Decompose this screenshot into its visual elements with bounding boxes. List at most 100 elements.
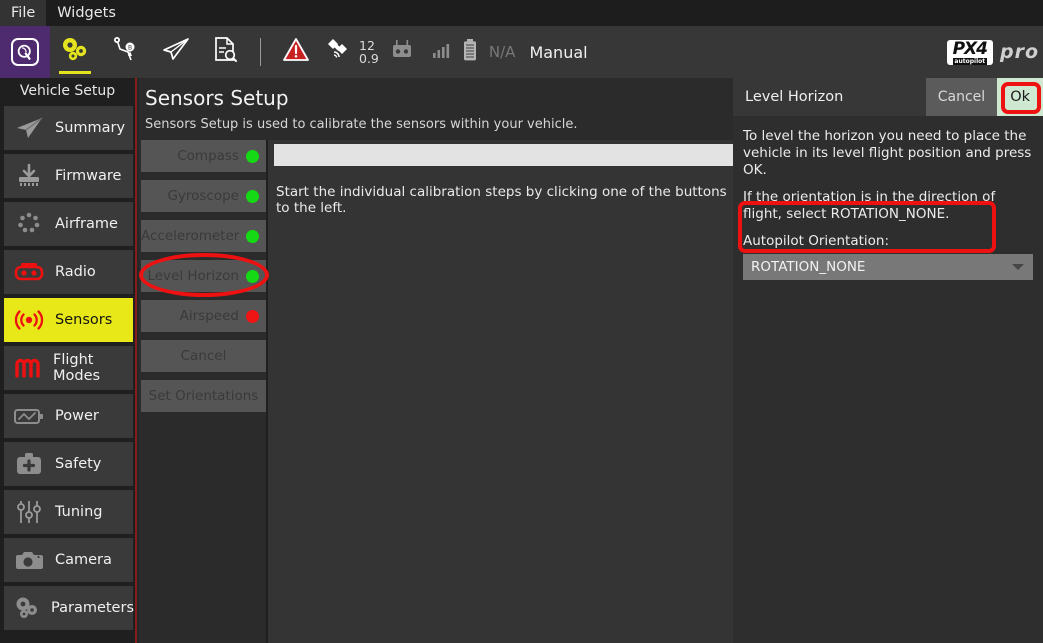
paper-plane-icon	[12, 113, 46, 143]
paper-plane-icon	[160, 37, 190, 67]
gps-hdop-value: 0.9	[359, 52, 379, 65]
toolbar-separator	[260, 38, 261, 66]
sidebar-item-firmware[interactable]: Firmware	[4, 154, 133, 198]
airspeed-status-dot	[246, 310, 259, 323]
sidebar-item-camera[interactable]: Camera	[4, 538, 133, 582]
sensors-setup-panel: Sensors Setup Sensors Setup is used to c…	[139, 78, 733, 643]
toolbar-button-plan[interactable]: B	[100, 26, 150, 78]
signal-indicator[interactable]	[425, 26, 457, 78]
route-waypoint-icon: B	[111, 36, 139, 68]
calibration-content-pane: Start the individual calibration steps b…	[266, 140, 733, 643]
level-horizon-dialog: Level Horizon Cancel Ok To level the hor…	[733, 78, 1043, 643]
menu-item-file[interactable]: File	[0, 0, 46, 26]
sensor-label: Cancel	[181, 348, 227, 364]
svg-text:B: B	[128, 45, 132, 52]
dialog-title: Level Horizon	[733, 89, 926, 105]
autopilot-orientation-combo[interactable]: ROTATION_NONE	[743, 254, 1033, 280]
menu-item-widgets[interactable]: Widgets	[46, 0, 127, 26]
sensor-label: Set Orientations	[149, 388, 259, 404]
flight-mode-label[interactable]: Manual	[529, 43, 587, 62]
compass-calibration-button[interactable]: Compass	[141, 140, 266, 172]
rc-controller-icon	[389, 39, 415, 65]
level-horizon-calibration-button[interactable]: Level Horizon	[141, 260, 266, 292]
px4-mark: PX4 autopilot	[947, 40, 993, 65]
warning-indicator[interactable]	[271, 26, 321, 78]
qgroundcontrol-window: File Widgets	[0, 0, 1043, 643]
sensor-button-column: Compass Gyroscope Accelerometer Level Ho…	[141, 140, 266, 420]
gyroscope-calibration-button[interactable]: Gyroscope	[141, 180, 266, 212]
sidebar-item-label: Camera	[55, 552, 112, 568]
sidebar-item-tuning[interactable]: Tuning	[4, 490, 133, 534]
gps-indicator[interactable]	[321, 26, 357, 78]
airspeed-calibration-button[interactable]: Airspeed	[141, 300, 266, 332]
sidebar-item-label: Sensors	[55, 312, 112, 328]
sidebar-item-label: Radio	[55, 264, 96, 280]
px4-mark-text: PX4	[953, 41, 987, 58]
warning-triangle-icon	[282, 37, 310, 67]
accelerometer-status-dot	[246, 230, 259, 243]
px4-suffix: pro	[1000, 41, 1039, 63]
toolbar-button-vehicle-setup[interactable]	[50, 26, 100, 78]
rc-indicator[interactable]	[379, 26, 425, 78]
set-orientations-button[interactable]: Set Orientations	[141, 380, 266, 412]
page-title: Sensors Setup	[139, 78, 733, 110]
document-search-icon	[212, 36, 238, 68]
dialog-body: To level the horizon you need to place t…	[733, 116, 1043, 280]
autopilot-orientation-value: ROTATION_NONE	[751, 259, 865, 275]
sidebar-title: Vehicle Setup	[0, 78, 135, 106]
sidebar-item-summary[interactable]: Summary	[4, 106, 133, 150]
sidebar-item-sensors[interactable]: Sensors	[4, 298, 133, 342]
battery-indicator[interactable]	[457, 26, 483, 78]
dialog-paragraph-2: If the orientation is in the direction o…	[743, 189, 1033, 223]
flight-modes-icon	[12, 353, 44, 383]
sensor-label: Gyroscope	[167, 188, 239, 204]
main-toolbar: B	[0, 26, 1043, 78]
sidebar-item-power[interactable]: Power	[4, 394, 133, 438]
chevron-down-icon	[1012, 264, 1024, 270]
px4-pro-logo: PX4 autopilot pro	[947, 40, 1039, 65]
safety-kit-icon	[12, 449, 46, 479]
sensor-label: Airspeed	[180, 308, 239, 324]
autopilot-orientation-label: Autopilot Orientation:	[743, 233, 1033, 249]
sensor-label: Accelerometer	[141, 228, 239, 244]
cancel-button[interactable]: Cancel	[926, 78, 997, 116]
sidebar-item-label: Summary	[55, 120, 125, 136]
page-subtitle: Sensors Setup is used to calibrate the s…	[139, 110, 733, 138]
sidebar-item-label: Firmware	[55, 168, 121, 184]
sidebar-item-label: Tuning	[55, 504, 102, 520]
accelerometer-calibration-button[interactable]: Accelerometer	[141, 220, 266, 252]
sliders-icon	[12, 497, 46, 527]
sidebar-item-label: Airframe	[55, 216, 118, 232]
sensor-label: Compass	[177, 148, 239, 164]
gps-readout: 12 0.9	[359, 39, 379, 65]
sidebar-item-label: Power	[55, 408, 99, 424]
sidebar-item-label: Parameters	[51, 600, 134, 616]
vehicle-setup-sidebar: Vehicle Setup Summary Firmware	[0, 78, 137, 643]
calibration-progress-bar	[274, 144, 734, 166]
radio-icon	[12, 257, 46, 287]
airframe-dots-icon	[12, 209, 46, 239]
ok-button[interactable]: Ok	[997, 78, 1043, 116]
gears-icon	[12, 593, 42, 623]
signal-bars-icon	[431, 40, 451, 64]
gyroscope-status-dot	[246, 190, 259, 203]
qgc-logo-icon	[11, 38, 39, 66]
sidebar-item-safety[interactable]: Safety	[4, 442, 133, 486]
calibration-instruction-text: Start the individual calibration steps b…	[276, 184, 733, 216]
sensor-label: Level Horizon	[147, 268, 239, 284]
battery-value: N/A	[489, 43, 516, 61]
satellite-icon	[325, 37, 353, 67]
dialog-paragraph-1: To level the horizon you need to place t…	[743, 128, 1033, 179]
compass-status-dot	[246, 150, 259, 163]
sidebar-item-airframe[interactable]: Airframe	[4, 202, 133, 246]
cancel-calibration-button[interactable]: Cancel	[141, 340, 266, 372]
dialog-header: Level Horizon Cancel Ok	[733, 78, 1043, 116]
toolbar-button-analyze[interactable]	[200, 26, 250, 78]
toolbar-button-fly[interactable]	[150, 26, 200, 78]
menu-bar: File Widgets	[0, 0, 1043, 26]
download-chip-icon	[12, 161, 46, 191]
sidebar-item-flight-modes[interactable]: Flight Modes	[4, 346, 133, 390]
qgc-home-button[interactable]	[0, 26, 50, 78]
sidebar-item-radio[interactable]: Radio	[4, 250, 133, 294]
sidebar-item-parameters[interactable]: Parameters	[4, 586, 133, 630]
